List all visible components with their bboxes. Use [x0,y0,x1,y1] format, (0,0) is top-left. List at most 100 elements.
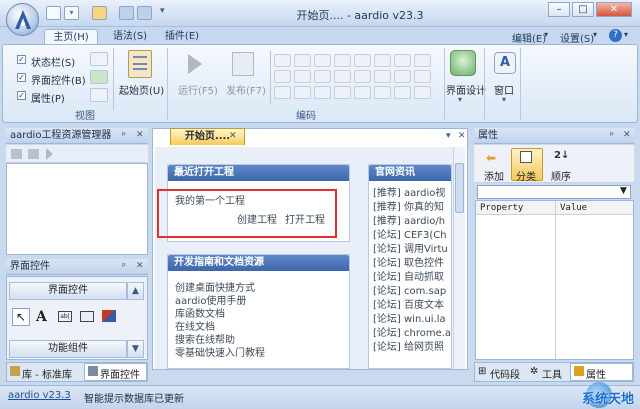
code-tool-icon[interactable] [354,86,371,99]
statusbar-checkbox[interactable]: ✓ [17,55,26,64]
news-link[interactable]: [论坛] 自动抓取 [373,271,451,285]
news-link[interactable]: [论坛] com.sap [373,285,451,299]
code-tool-icon[interactable] [294,54,311,67]
picture-tool-icon[interactable] [80,311,94,322]
app-menu-orb[interactable] [6,3,39,36]
help-dropdown-icon[interactable]: ▾ [624,30,628,39]
tab-plugins[interactable]: 插件(E) [160,29,204,45]
controls-section-header[interactable]: 界面控件 [9,282,127,300]
property-column-header[interactable]: Property [480,203,523,213]
code-tool-icon[interactable] [274,70,291,83]
new-project-icon[interactable] [11,149,22,159]
close-icon[interactable]: ✕ [136,261,144,271]
interface-designer-button[interactable]: 界面设计 [446,82,486,97]
edit-tool-icon[interactable]: ab| [58,311,72,322]
settings-dropdown-icon[interactable]: ▾ [593,30,597,39]
code-tool-icon[interactable] [294,70,311,83]
controls-checkbox[interactable]: ✓ [17,73,26,82]
code-tool-icon[interactable] [334,70,351,83]
code-tool-icon[interactable] [314,54,331,67]
news-link[interactable]: [推荐] aardio/h [373,215,451,229]
save-icon[interactable] [119,6,134,20]
settings-menu[interactable]: 设置(S) [560,30,594,45]
edit-menu[interactable]: 编辑(E) [512,30,546,45]
minimize-button[interactable]: – [548,2,570,17]
save-project-icon[interactable] [28,149,39,159]
code-tool-icon[interactable] [334,86,351,99]
doc-close-icon[interactable]: ✕ [458,131,466,141]
custom-tool-icon[interactable] [102,310,116,322]
publish-button[interactable]: 发布(F7) [226,82,266,97]
components-section-header[interactable]: 功能组件 [9,340,127,358]
news-link[interactable]: [推荐] 你真的知 [373,201,451,215]
statusbar-toggle-icon[interactable] [90,52,108,66]
project-tree[interactable] [6,163,148,255]
news-link[interactable]: [论坛] 调用Virtu [373,243,451,257]
tab-snippets[interactable]: 代码段 [490,366,520,381]
code-tool-icon[interactable] [394,70,411,83]
interface-designer-dropdown-icon[interactable]: ▾ [458,95,462,104]
code-tool-icon[interactable] [274,86,291,99]
pointer-tool-icon[interactable]: ↖ [12,308,30,326]
doc-tab-close-icon[interactable]: ✕ [229,131,237,141]
code-tool-icon[interactable] [294,86,311,99]
new-file-icon[interactable] [46,6,61,20]
close-icon[interactable]: ✕ [623,130,631,140]
guide-link[interactable]: 库函数文档 [175,308,347,321]
add-button[interactable]: 添加 [484,168,504,183]
code-tool-icon[interactable] [334,54,351,67]
category-button[interactable]: 分类 [516,168,536,183]
sort-az-icon[interactable]: 2↓ [554,150,569,161]
tab-library[interactable]: 库 - 标准库 [22,366,72,381]
pin-icon[interactable]: ᵖ [122,131,126,141]
run-button[interactable]: 运行(F5) [178,82,218,97]
selector-dropdown-icon[interactable]: ▼ [620,186,627,196]
interface-designer-icon[interactable] [450,50,476,76]
save-all-icon[interactable] [137,6,152,20]
code-tool-icon[interactable] [414,86,431,99]
news-link[interactable]: [论坛] win.ui.la [373,313,451,327]
run-icon[interactable] [188,54,202,74]
news-link[interactable]: [论坛] chrome.a [373,327,451,341]
news-link[interactable]: [论坛] 百度文本 [373,299,451,313]
code-tool-icon[interactable] [354,54,371,67]
guide-link[interactable]: 创建桌面快捷方式 [175,282,347,295]
news-link[interactable]: [论坛] 给网页照 [373,341,451,355]
window-dropdown-icon[interactable]: ▾ [502,95,506,104]
code-tool-icon[interactable] [354,70,371,83]
start-page-icon[interactable] [128,50,152,78]
news-link[interactable]: [论坛] CEF3(Ch [373,229,451,243]
tab-properties[interactable]: 属性 [586,366,606,381]
code-tool-icon[interactable] [274,54,291,67]
tab-tools[interactable]: 工具 [542,366,562,381]
guide-link[interactable]: 零基础快速入门教程 [175,347,347,360]
run-project-icon[interactable] [46,148,53,160]
window-icon[interactable]: A [494,52,516,74]
guide-link[interactable]: 在线文档 [175,321,347,334]
code-tool-icon[interactable] [414,70,431,83]
code-tool-icon[interactable] [374,86,391,99]
new-dropdown-icon[interactable]: ▾ [64,6,79,20]
doc-dropdown-icon[interactable]: ▾ [446,131,451,141]
open-folder-icon[interactable] [92,6,107,20]
code-tool-icon[interactable] [414,54,431,67]
maximize-button[interactable]: □ [572,2,594,17]
version-link[interactable]: aardio v23.3 [8,390,71,401]
tab-home[interactable]: 主页(H) [44,29,98,45]
guide-link[interactable]: 搜索在线帮助 [175,334,347,347]
sort-button[interactable]: 顺序 [551,168,571,183]
close-icon[interactable]: ✕ [136,130,144,140]
publish-icon[interactable] [232,52,254,76]
edit-dropdown-icon[interactable]: ▾ [544,30,548,39]
tab-controls[interactable]: 界面控件 [100,366,140,381]
pin-icon[interactable]: ᵖ [610,131,614,141]
object-selector[interactable] [477,185,631,199]
news-link[interactable]: [论坛] 取色控件 [373,257,451,271]
scrollbar-thumb[interactable] [455,163,464,213]
help-icon[interactable]: ? [609,29,622,42]
static-text-tool-icon[interactable]: A [36,308,52,326]
guide-link[interactable]: aardio使用手册 [175,295,347,308]
close-button[interactable]: ✕ [596,2,632,17]
section-expand-icon[interactable]: ▼ [127,340,144,358]
code-tool-icon[interactable] [314,86,331,99]
